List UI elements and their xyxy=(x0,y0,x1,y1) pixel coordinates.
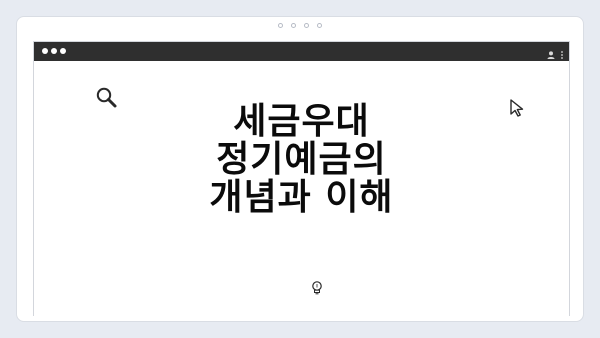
dots-icon xyxy=(278,23,322,28)
outer-frame: 세금우대 정기예금의 개념과 이해 xyxy=(16,16,584,322)
page-content: 세금우대 정기예금의 개념과 이해 xyxy=(34,61,569,317)
title-line: 정기예금의 xyxy=(216,139,387,180)
maximize-button[interactable] xyxy=(60,48,66,54)
lightbulb-icon xyxy=(310,280,324,300)
close-button[interactable] xyxy=(42,48,48,54)
title-line: 세금우대 xyxy=(233,101,370,142)
window-controls[interactable] xyxy=(42,48,66,54)
browser-window: 세금우대 정기예금의 개념과 이해 xyxy=(33,41,570,317)
page-title: 세금우대 정기예금의 개념과 이해 xyxy=(34,103,569,217)
titlebar xyxy=(34,42,569,61)
cursor-arrow-icon xyxy=(507,97,529,123)
minimize-button[interactable] xyxy=(51,48,57,54)
title-line: 개념과 이해 xyxy=(209,177,394,218)
